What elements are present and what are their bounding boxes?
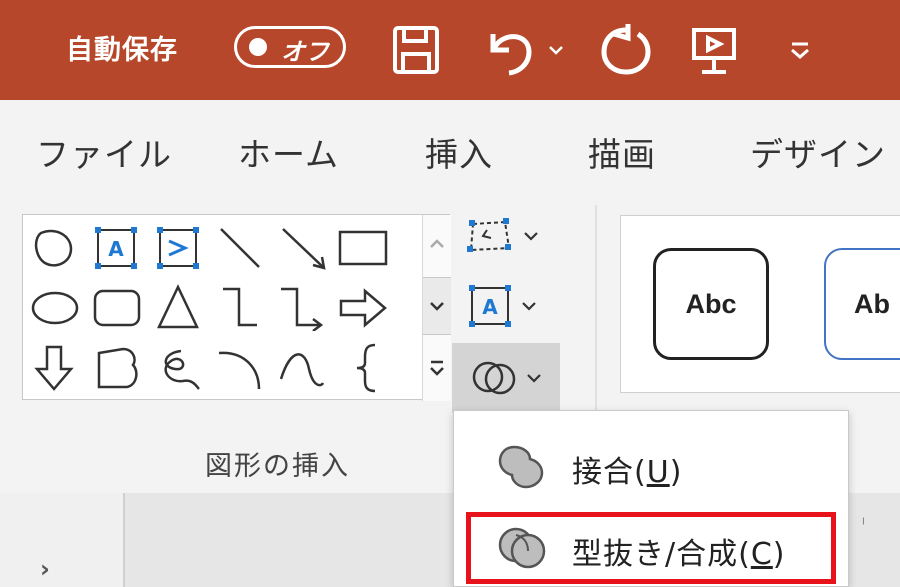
autosave-toggle[interactable]: オフ [234,26,346,68]
edit-shape-icon [467,218,511,252]
shape-style-2[interactable]: Ab [824,248,900,360]
tab-draw[interactable]: 描画 [588,128,656,176]
flowchart-shape-icon[interactable] [93,343,141,393]
svg-text:A: A [108,237,124,261]
undo-icon[interactable] [482,22,540,78]
ruler-mark: ˡ [862,515,865,534]
scribble-icon[interactable] [153,343,203,393]
right-arrow-shape-icon[interactable] [337,285,389,331]
redo-icon[interactable] [596,22,656,78]
chevron-down-icon [524,232,538,241]
arc-icon[interactable] [215,343,265,393]
elbow-connector-icon[interactable] [217,283,263,331]
highlight-box [466,512,836,584]
chevron-down-icon [430,302,444,311]
shapes-gallery: A [22,214,451,401]
arrow-line-icon[interactable] [279,225,329,271]
autosave-label: 自動保存 [66,35,178,66]
shape-styles-gallery: Abc Ab [620,215,900,393]
chevron-down-icon [522,302,536,311]
expand-pane-icon[interactable]: › [40,555,50,583]
freeform-shape-icon[interactable] [31,225,77,271]
group-label-insert-shapes: 図形の挿入 [205,451,350,482]
textbox-tool-button[interactable]: A [456,278,548,334]
rounded-rectangle-icon[interactable] [91,285,143,331]
brace-icon[interactable] [347,341,387,395]
triangle-icon[interactable] [155,283,201,331]
gallery-expand[interactable] [423,339,451,397]
curve-icon[interactable] [277,343,327,393]
thumbnail-pane [0,493,125,587]
tab-file[interactable]: ファイル [36,128,172,176]
present-icon[interactable] [688,22,740,78]
oval-icon[interactable] [29,285,81,331]
svg-text:A: A [482,295,498,319]
toggle-state: オフ [281,38,329,66]
line-icon[interactable] [217,225,263,271]
gallery-scroll-up[interactable] [423,215,451,273]
rectangle-icon[interactable] [337,227,389,269]
group-separator [595,205,597,430]
down-arrow-shape-icon[interactable] [33,343,75,393]
gallery-scroll-down[interactable] [423,277,451,335]
undo-dropdown-icon[interactable] [546,22,566,78]
customize-icon[interactable] [786,22,814,78]
save-icon[interactable] [388,22,444,78]
menu-item-label: 接合 [572,455,634,490]
edit-shape-button[interactable] [456,208,548,264]
union-icon [498,445,544,489]
elbow-arrow-connector-icon[interactable] [277,283,327,331]
textbox-icon[interactable]: A [93,225,139,271]
textbox-tool-icon: A [469,285,511,327]
menu-item-mnemonic: U [646,455,670,490]
shape-style-1[interactable]: Abc [653,248,769,360]
merge-shapes-button[interactable] [452,343,560,413]
tab-design[interactable]: デザイン [750,128,886,176]
vertical-textbox-icon[interactable] [155,225,201,271]
tab-home[interactable]: ホーム [238,128,339,176]
tab-insert[interactable]: 挿入 [425,128,493,176]
chevron-down-icon [527,374,541,383]
menu-item-union[interactable]: 接合(U) [454,431,848,501]
gallery-scrollbar [422,215,451,401]
toggle-knob [249,38,267,56]
more-icon [430,360,444,376]
chevron-up-icon [430,239,444,248]
merge-shapes-icon [472,361,516,395]
